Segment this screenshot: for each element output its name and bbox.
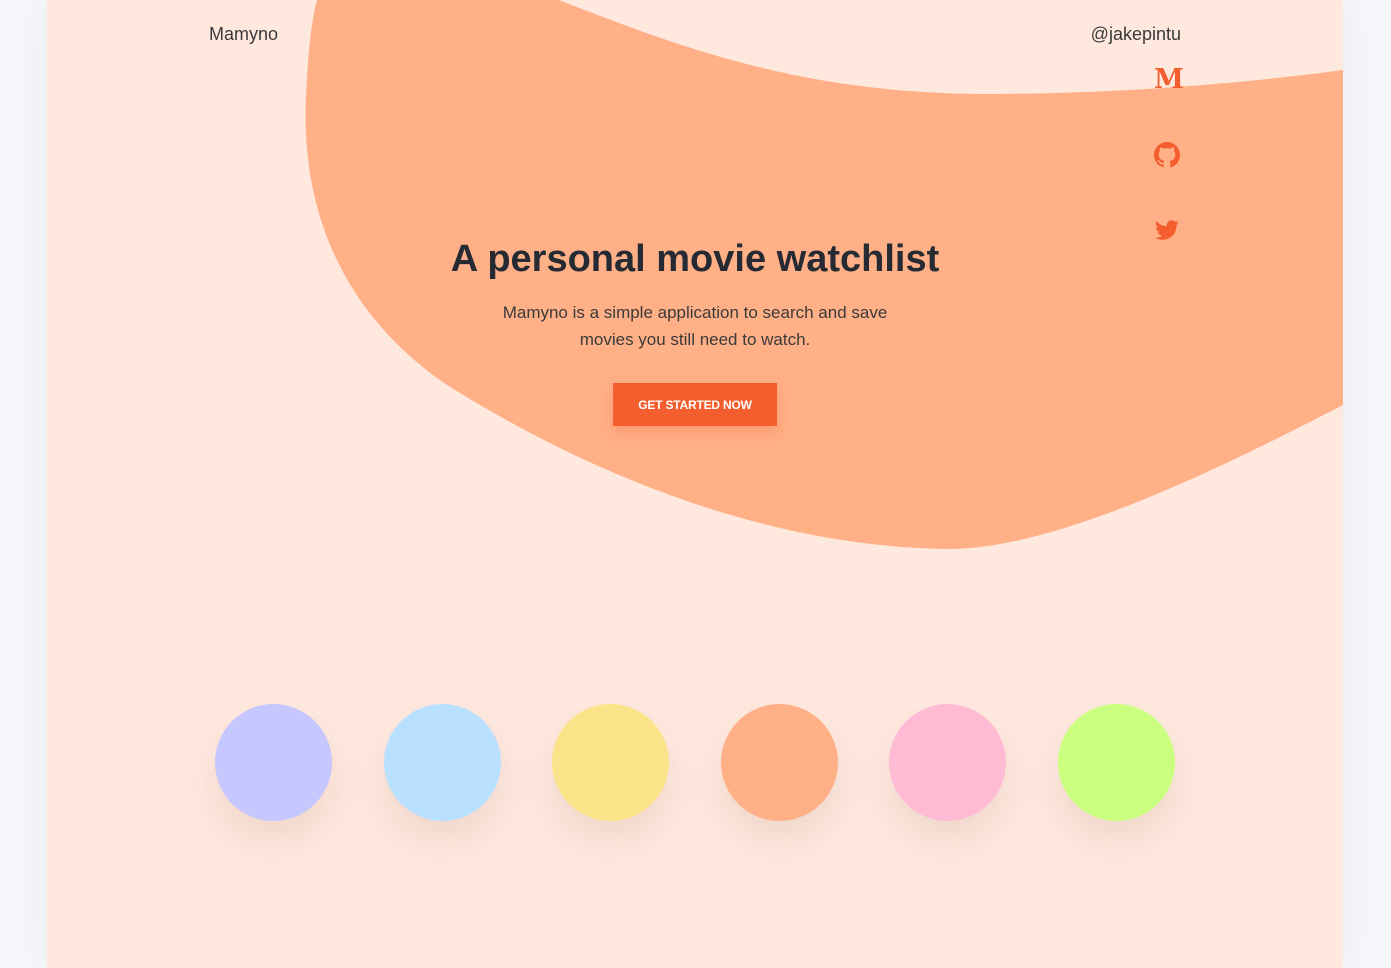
color-swatches — [215, 704, 1175, 822]
medium-link[interactable]: M — [1154, 66, 1184, 94]
github-icon — [1154, 142, 1180, 168]
twitter-handle-link[interactable]: @jakepintu — [1091, 24, 1181, 45]
medium-icon: M — [1154, 64, 1184, 95]
page: Mamyno @jakepintu M A personal movie wat… — [47, 0, 1343, 968]
swatch-yellow[interactable] — [552, 704, 669, 821]
swatch-light-blue[interactable] — [384, 704, 501, 821]
hero-title: A personal movie watchlist — [450, 238, 940, 280]
github-link[interactable] — [1154, 142, 1180, 170]
brand-logo-text[interactable]: Mamyno — [209, 24, 278, 45]
swatch-lime[interactable] — [1058, 704, 1175, 821]
get-started-button[interactable]: GET STARTED NOW — [613, 383, 777, 426]
swatch-pink[interactable] — [889, 704, 1006, 821]
swatch-lavender[interactable] — [215, 704, 332, 821]
hero-description: Mamyno is a simple application to search… — [502, 303, 888, 349]
swatch-peach[interactable] — [721, 704, 838, 821]
